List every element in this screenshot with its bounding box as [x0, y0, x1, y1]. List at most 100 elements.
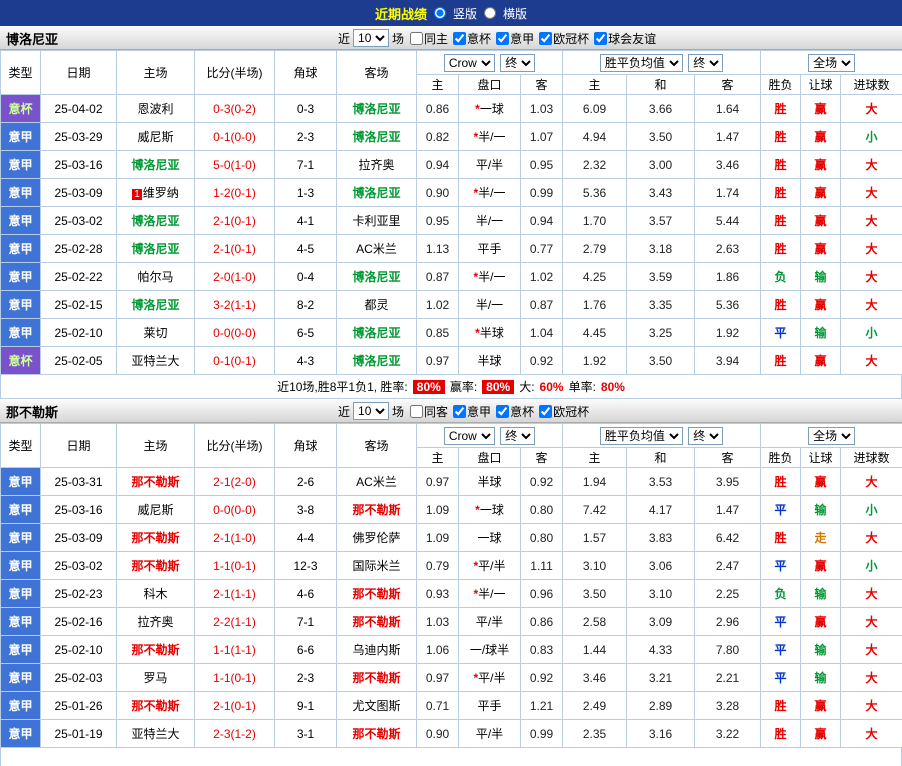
- league-cell: 意杯: [1, 95, 41, 123]
- league-filter-checkbox[interactable]: 欧冠杯: [536, 30, 589, 47]
- result-cell: 胜: [761, 524, 801, 552]
- bookmaker-select[interactable]: Crow: [444, 427, 495, 445]
- league-checkbox[interactable]: [453, 405, 466, 418]
- corners-cell: 3-8: [275, 496, 337, 524]
- home-team-cell: 亚特兰大: [117, 720, 195, 748]
- col-euro-draw: 和: [627, 75, 695, 95]
- corners-cell: 4-4: [275, 524, 337, 552]
- away-team-name: 那不勒斯: [352, 615, 400, 629]
- goals-cell: 大: [841, 95, 902, 123]
- home-team-name: 亚特兰大: [131, 354, 179, 368]
- league-checkbox[interactable]: [410, 405, 423, 418]
- asian-home-odds-cell: 0.97: [417, 347, 459, 375]
- date-cell: 25-02-22: [41, 263, 117, 291]
- handicap-line: 半球: [477, 354, 501, 368]
- home-team-cell: 博洛尼亚: [117, 207, 195, 235]
- away-team-cell: 卡利亚里: [337, 207, 417, 235]
- result-cell: 胜: [761, 720, 801, 748]
- bookmaker-select[interactable]: Crow: [444, 54, 495, 72]
- away-team-cell: 博洛尼亚: [337, 123, 417, 151]
- euro-away-odds-cell: 3.94: [695, 347, 761, 375]
- league-filter-checkbox[interactable]: 同客: [407, 403, 448, 420]
- goals-cell: 小: [841, 123, 902, 151]
- corners-cell: 2-6: [275, 468, 337, 496]
- scope-select[interactable]: 全场: [808, 54, 855, 72]
- euro-away-odds-cell: 1.74: [695, 179, 761, 207]
- league-cell: 意甲: [1, 291, 41, 319]
- match-row: 意甲 25-02-23 科木 2-1(1-1) 4-6 那不勒斯 0.93 *半…: [1, 580, 902, 608]
- odds-stage-select[interactable]: 终: [500, 427, 535, 445]
- filters-bologna: 近 10 场 同主 意杯 意甲: [338, 29, 658, 47]
- handicap-result-cell: 赢: [801, 291, 841, 319]
- euro-stage-select[interactable]: 终: [688, 54, 723, 72]
- radio-vertical-label[interactable]: 竖版: [453, 5, 477, 22]
- asian-away-odds-cell: 0.92: [521, 664, 563, 692]
- league-filter-checkbox[interactable]: 意甲: [450, 403, 491, 420]
- score-cell: 2-1(0-1): [195, 207, 275, 235]
- euro-away-odds-cell: 3.46: [695, 151, 761, 179]
- col-goals: 进球数: [841, 448, 902, 468]
- asian-odds-header: Crow 终: [417, 51, 563, 75]
- date-cell: 25-02-10: [41, 319, 117, 347]
- result-cell: 胜: [761, 291, 801, 319]
- handicap-result-cell: 赢: [801, 720, 841, 748]
- league-checkbox[interactable]: [496, 32, 509, 45]
- match-row: 意甲 25-02-10 莱切 0-0(0-0) 6-5 博洛尼亚 0.85 *半…: [1, 319, 902, 347]
- handicap-cell: *半球: [459, 319, 521, 347]
- away-team-cell: 都灵: [337, 291, 417, 319]
- euro-home-odds-cell: 2.49: [563, 692, 627, 720]
- asian-home-odds-cell: 1.06: [417, 636, 459, 664]
- league-cell: 意甲: [1, 123, 41, 151]
- date-cell: 25-01-19: [41, 720, 117, 748]
- league-checkbox[interactable]: [539, 32, 552, 45]
- radio-vertical[interactable]: [434, 7, 446, 19]
- home-team-cell: 1维罗纳: [117, 179, 195, 207]
- league-checkbox[interactable]: [453, 32, 466, 45]
- home-team-cell: 莱切: [117, 319, 195, 347]
- league-filter-checkbox[interactable]: 同主: [407, 30, 448, 47]
- match-count-select[interactable]: 10: [353, 402, 389, 420]
- league-checkbox[interactable]: [594, 32, 607, 45]
- corners-cell: 1-3: [275, 179, 337, 207]
- score-cell: 1-2(0-1): [195, 179, 275, 207]
- league-checkbox-label: 欧冠杯: [553, 403, 589, 420]
- odds-stage-select[interactable]: 终: [500, 54, 535, 72]
- asian-home-odds-cell: 0.90: [417, 720, 459, 748]
- scope-select[interactable]: 全场: [808, 427, 855, 445]
- league-filter-checkbox[interactable]: 意杯: [493, 403, 534, 420]
- away-team-cell: 乌迪内斯: [337, 636, 417, 664]
- handicap-line: 半/一: [476, 298, 503, 312]
- result-cell: 平: [761, 319, 801, 347]
- euro-source-select[interactable]: 胜平负均值: [600, 54, 683, 72]
- result-cell: 平: [761, 636, 801, 664]
- handicap-cell: *半/一: [459, 580, 521, 608]
- away-team-cell: 博洛尼亚: [337, 179, 417, 207]
- home-team-cell: 帕尔马: [117, 263, 195, 291]
- league-filter-checkbox[interactable]: 意甲: [493, 30, 534, 47]
- home-team-name: 博洛尼亚: [131, 298, 179, 312]
- match-count-select[interactable]: 10: [353, 29, 389, 47]
- corners-cell: 0-3: [275, 95, 337, 123]
- euro-away-odds-cell: 3.22: [695, 720, 761, 748]
- league-filter-checkbox[interactable]: 欧冠杯: [536, 403, 589, 420]
- radio-horizontal[interactable]: [484, 7, 496, 19]
- league-checkbox[interactable]: [496, 405, 509, 418]
- corners-cell: 4-5: [275, 235, 337, 263]
- euro-source-select[interactable]: 胜平负均值: [600, 427, 683, 445]
- score-cell: 0-3(0-2): [195, 95, 275, 123]
- col-away: 客场: [337, 51, 417, 95]
- league-checkbox[interactable]: [539, 405, 552, 418]
- result-cell: 胜: [761, 95, 801, 123]
- radio-horizontal-label[interactable]: 横版: [503, 5, 527, 22]
- handicap-line: 半/一: [478, 587, 505, 601]
- league-filter-checkbox[interactable]: 球会友谊: [591, 30, 656, 47]
- match-row: 意甲 25-03-29 威尼斯 0-1(0-0) 2-3 博洛尼亚 0.82 *…: [1, 123, 902, 151]
- away-team-name: 都灵: [364, 298, 388, 312]
- league-cell: 意杯: [1, 347, 41, 375]
- col-euro-away: 客: [695, 75, 761, 95]
- col-score: 比分(半场): [195, 424, 275, 468]
- league-checkbox[interactable]: [410, 32, 423, 45]
- euro-stage-select[interactable]: 终: [688, 427, 723, 445]
- corners-cell: 6-6: [275, 636, 337, 664]
- league-filter-checkbox[interactable]: 意杯: [450, 30, 491, 47]
